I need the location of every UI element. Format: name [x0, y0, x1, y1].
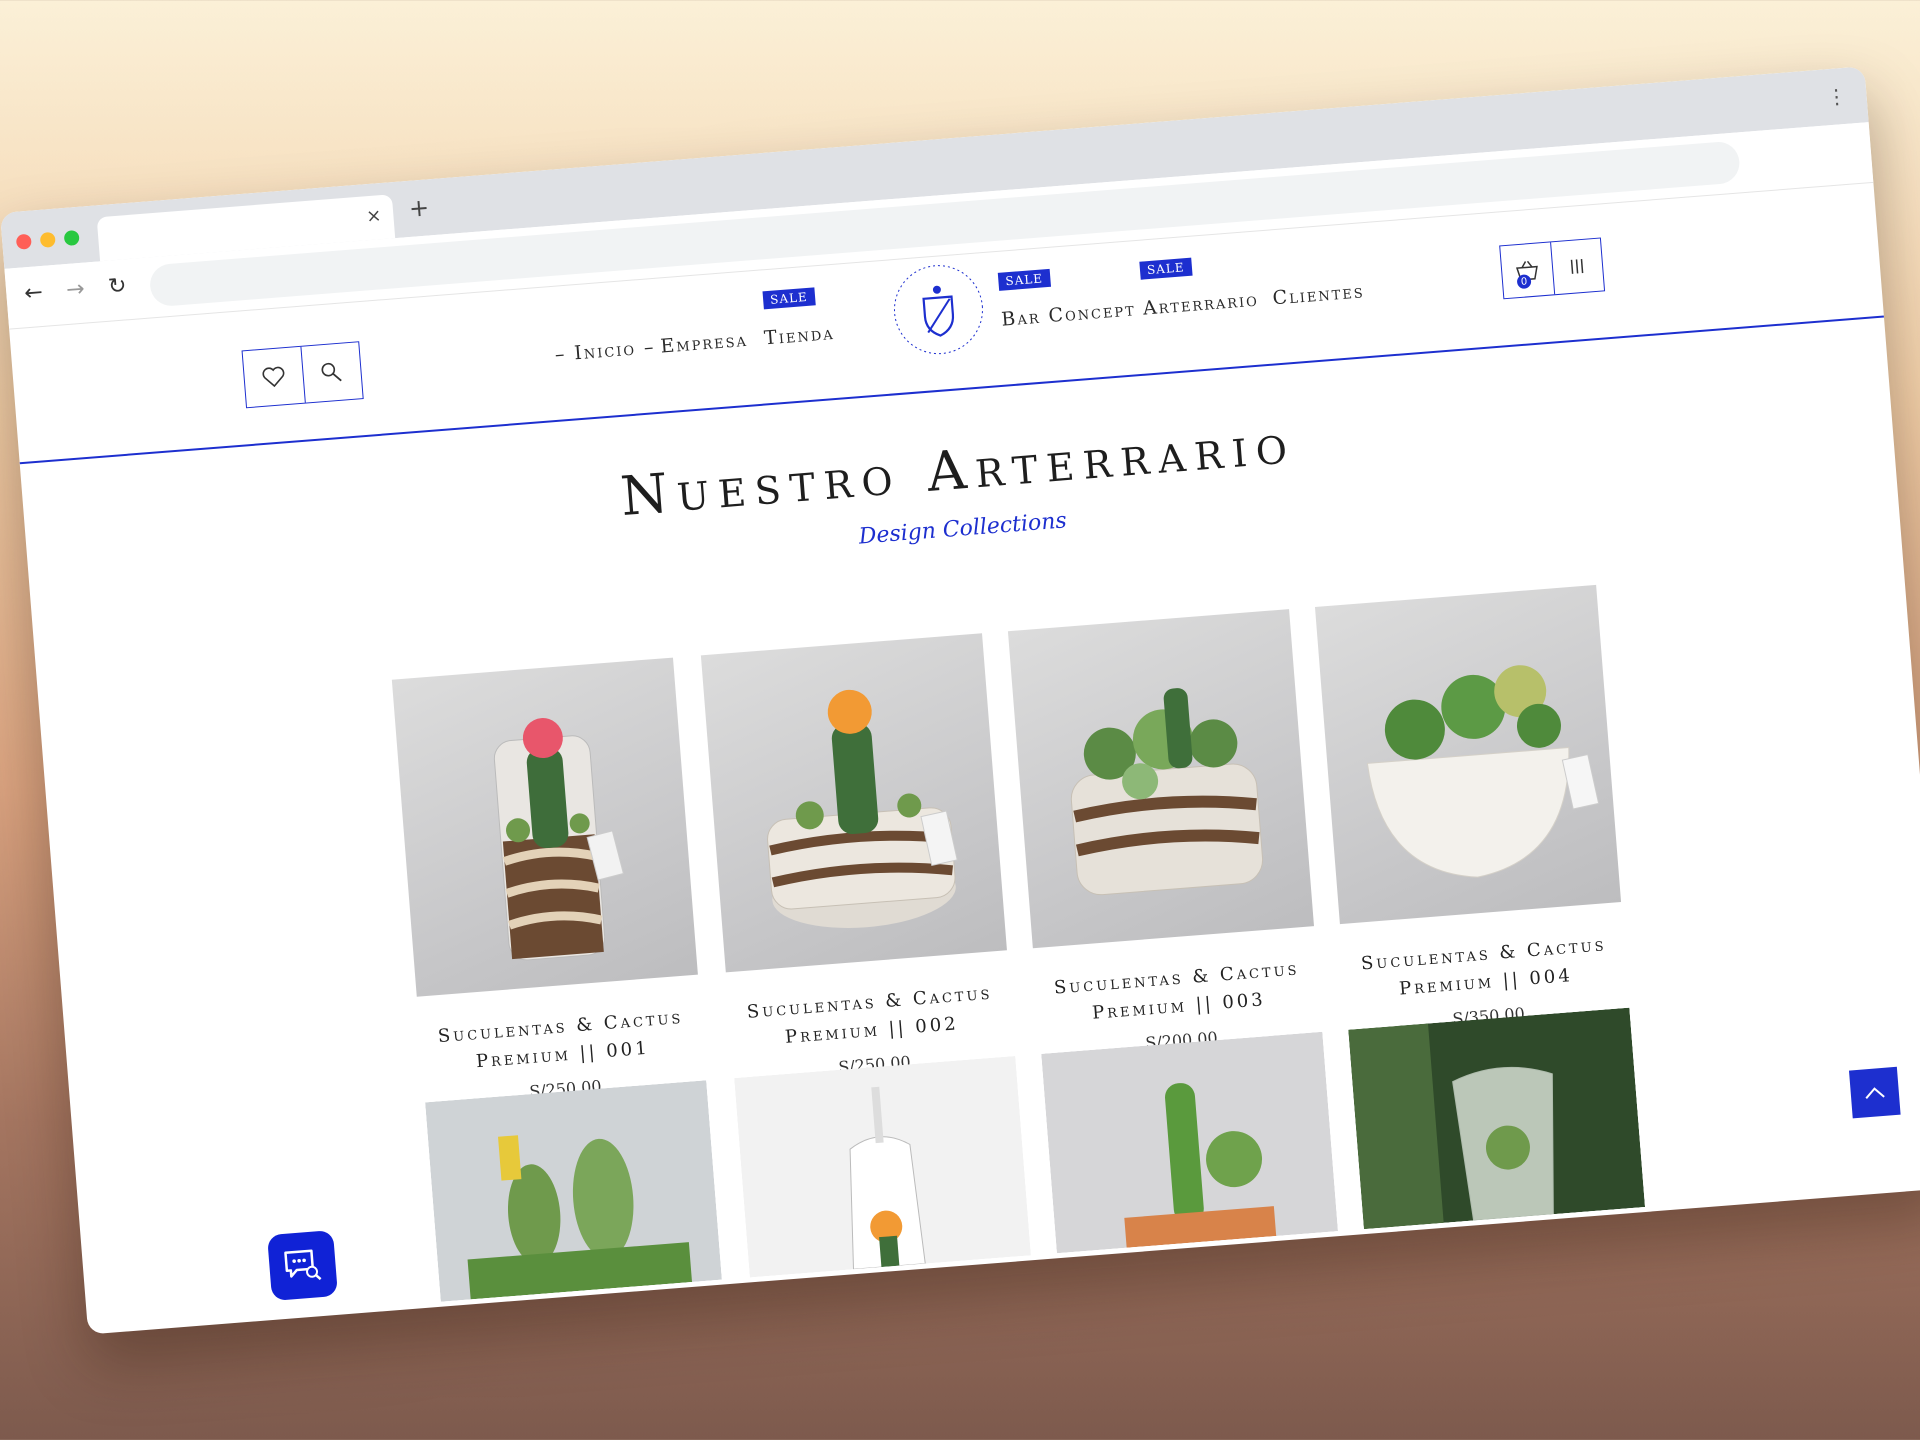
browser-menu-icon[interactable]: ⋮ [1826, 84, 1848, 109]
minimize-window-button[interactable] [39, 231, 56, 248]
nav-arterrario[interactable]: Arterrario [1142, 289, 1259, 320]
reload-button[interactable]: ↻ [107, 273, 127, 299]
product-image[interactable] [1314, 584, 1622, 925]
product-image[interactable] [425, 1080, 722, 1302]
search-button[interactable] [299, 342, 363, 403]
cart-count-badge: 0 [1516, 274, 1532, 290]
product-image[interactable] [1007, 609, 1314, 949]
close-window-button[interactable] [15, 233, 32, 250]
terrarium-photo [1348, 1007, 1646, 1230]
nav-bar-concept[interactable]: Bar Concept [1001, 298, 1137, 330]
new-tab-button[interactable]: + [408, 193, 430, 222]
cart-button[interactable]: 0 [1500, 243, 1553, 299]
menu-button[interactable] [1549, 238, 1605, 295]
header-right-icons: 0 [1499, 237, 1606, 300]
nav-empresa[interactable]: Empresa [660, 329, 749, 358]
sale-badge-bar-concept: Sale [997, 268, 1051, 291]
terrarium-photo [1366, 665, 1600, 878]
chevron-up-icon [1865, 1087, 1885, 1099]
site-logo[interactable] [887, 258, 990, 361]
heart-icon [262, 366, 285, 388]
product-image[interactable] [734, 1055, 1031, 1278]
search-icon [321, 362, 343, 382]
crest-logo-icon [893, 265, 983, 355]
back-button[interactable]: ← [23, 280, 43, 306]
product-image[interactable] [1348, 1007, 1646, 1230]
nav-inicio[interactable]: – Inicio – [554, 336, 656, 366]
browser-window: × + ⋮ ← → ↻ – Inicio – Empresa SALE Tien… [0, 66, 1920, 1335]
product-image[interactable] [391, 657, 698, 997]
terrarium-photo [493, 718, 624, 961]
product-name[interactable]: Suculentas & Cactus Premium || 004 [1342, 930, 1628, 1008]
product-card[interactable]: Suculentas & Cactus Premium || 001 S/250… [391, 657, 707, 1110]
terrarium-photo [1041, 1031, 1339, 1254]
terrarium-photo [425, 1080, 722, 1302]
terrarium-photo [734, 1055, 1031, 1278]
product-name[interactable]: Suculentas & Cactus Premium || 002 [728, 978, 1014, 1056]
tab-close-icon[interactable]: × [366, 205, 383, 227]
sale-badge-arterrario: Sale [1139, 257, 1193, 280]
maximize-window-button[interactable] [63, 229, 80, 247]
product-name[interactable]: Suculentas & Cactus Premium || 003 [1035, 954, 1321, 1032]
terrarium-photo [1070, 688, 1264, 896]
nav-tienda[interactable]: Tienda [763, 322, 835, 349]
product-name[interactable]: Suculentas & Cactus Premium || 001 [419, 1003, 705, 1081]
chat-button[interactable] [267, 1230, 338, 1301]
product-image[interactable] [1041, 1031, 1339, 1254]
product-card[interactable]: Suculentas & Cactus Premium || 004 S/350… [1314, 584, 1630, 1037]
nav-clientes[interactable]: Clientes [1272, 280, 1366, 309]
terrarium-photo [767, 689, 958, 928]
menu-bars-icon [1571, 258, 1584, 274]
forward-button[interactable]: → [65, 277, 85, 303]
product-card[interactable]: Suculentas & Cactus Premium || 002 S/250… [700, 633, 1016, 1085]
header-left-icons [241, 341, 364, 409]
scroll-to-top-button[interactable] [1848, 1066, 1901, 1119]
chat-bubble-icon [284, 1249, 322, 1281]
product-card[interactable]: Suculentas & Cactus Premium || 003 S/200… [1007, 609, 1323, 1061]
wishlist-button[interactable] [243, 347, 305, 407]
product-image[interactable] [700, 633, 1007, 973]
sale-badge-tienda: Sale [762, 287, 816, 310]
